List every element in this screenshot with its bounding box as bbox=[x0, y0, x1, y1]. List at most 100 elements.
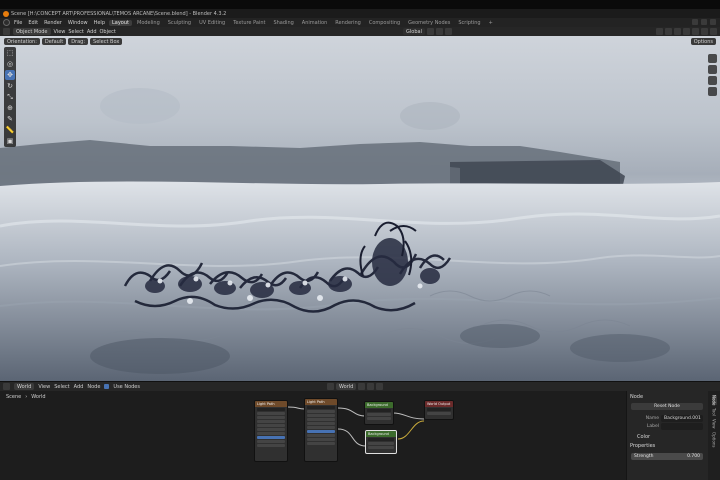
menu-window[interactable]: Window bbox=[66, 20, 90, 26]
viewport-render bbox=[0, 88, 720, 381]
strength-slider[interactable]: Strength 0.700 bbox=[631, 453, 703, 460]
world-output-node[interactable]: World Output bbox=[424, 400, 454, 420]
tab-rendering[interactable]: Rendering bbox=[332, 20, 364, 26]
tab-texture-paint[interactable]: Texture Paint bbox=[230, 20, 268, 26]
transform-orientation-select[interactable]: Global bbox=[403, 28, 425, 35]
node-name-field[interactable]: Background.001 bbox=[661, 415, 703, 422]
world-icon bbox=[327, 383, 334, 390]
orientation-select[interactable]: Default bbox=[41, 38, 67, 45]
light-path-node-2[interactable]: Light Path bbox=[304, 398, 338, 462]
menu-render[interactable]: Render bbox=[42, 20, 64, 26]
node-title: Background bbox=[365, 402, 393, 408]
node-menu-view[interactable]: View bbox=[38, 384, 50, 390]
zoom-icon[interactable] bbox=[708, 54, 717, 63]
shader-type-select[interactable]: World bbox=[14, 383, 35, 390]
select-tool-icon[interactable]: ⬚ bbox=[5, 48, 15, 58]
proportional-edit-icon[interactable] bbox=[445, 28, 452, 35]
tab-modeling[interactable]: Modeling bbox=[134, 20, 163, 26]
world-datablock: World bbox=[327, 383, 384, 390]
pivot-icon[interactable] bbox=[427, 28, 434, 35]
3d-viewport[interactable]: Orientation: Default Drag: Select Box Op… bbox=[0, 36, 720, 381]
fake-user-icon[interactable] bbox=[358, 383, 366, 390]
shading-rendered-icon[interactable] bbox=[710, 28, 717, 35]
pin-icon[interactable] bbox=[376, 383, 384, 390]
duplicate-icon[interactable] bbox=[367, 383, 375, 390]
world-datablock-select[interactable]: World bbox=[336, 383, 357, 390]
tab-tool[interactable]: Tool bbox=[712, 408, 717, 416]
pan-icon[interactable] bbox=[708, 65, 717, 74]
options-button[interactable]: Options bbox=[690, 38, 716, 45]
strength-value: 0.700 bbox=[687, 454, 700, 459]
background-node-selected[interactable]: Background bbox=[365, 430, 397, 454]
viewport-subheader: Orientation: Default Drag: Select Box bbox=[4, 38, 123, 45]
shading-material-icon[interactable] bbox=[701, 28, 708, 35]
properties-section-header[interactable]: Properties bbox=[630, 443, 655, 449]
tab-animation[interactable]: Animation bbox=[299, 20, 331, 26]
rotate-tool-icon[interactable]: ↻ bbox=[5, 81, 15, 91]
visibility-icon[interactable] bbox=[656, 28, 663, 35]
strength-label: Strength bbox=[634, 454, 654, 459]
name-label: Name bbox=[645, 416, 659, 421]
blender-menu-icon[interactable] bbox=[3, 19, 10, 26]
menu-add[interactable]: Add bbox=[87, 29, 97, 35]
measure-tool-icon[interactable]: 📏 bbox=[5, 125, 15, 135]
gizmo-icon[interactable] bbox=[665, 28, 672, 35]
background-node[interactable]: Background bbox=[364, 401, 394, 425]
add-cube-tool-icon[interactable]: ▣ bbox=[5, 136, 15, 146]
node-section-header[interactable]: Node bbox=[630, 394, 643, 400]
menu-edit[interactable]: Edit bbox=[26, 20, 40, 26]
node-menu-node[interactable]: Node bbox=[87, 384, 100, 390]
color-section-header[interactable]: Color bbox=[637, 434, 650, 440]
scale-tool-icon[interactable]: ⤡ bbox=[5, 92, 15, 102]
menu-file[interactable]: File bbox=[12, 20, 24, 26]
light-path-node[interactable]: Light Path bbox=[254, 400, 288, 462]
menu-select[interactable]: Select bbox=[68, 29, 83, 35]
tab-view[interactable]: View bbox=[712, 419, 717, 429]
node-menu-select[interactable]: Select bbox=[54, 384, 69, 390]
node-menu-add[interactable]: Add bbox=[74, 384, 84, 390]
viewport-options: Options bbox=[690, 38, 716, 45]
move-tool-icon[interactable]: ✥ bbox=[5, 70, 15, 80]
drag-select[interactable]: Select Box bbox=[90, 38, 123, 45]
tab-compositing[interactable]: Compositing bbox=[366, 20, 403, 26]
use-nodes-checkbox[interactable] bbox=[104, 384, 110, 389]
menu-help[interactable]: Help bbox=[92, 20, 107, 26]
viewport-header-right: Global bbox=[403, 28, 717, 35]
tab-node[interactable]: Node bbox=[711, 395, 717, 406]
tab-sculpting[interactable]: Sculpting bbox=[165, 20, 194, 26]
node-editor-type-icon[interactable] bbox=[3, 383, 10, 390]
use-nodes-label: Use Nodes bbox=[113, 383, 140, 390]
node-title: Light Path bbox=[255, 401, 287, 407]
cursor-tool-icon[interactable]: ◎ bbox=[5, 59, 15, 69]
shading-solid-icon[interactable] bbox=[692, 28, 699, 35]
node-title: Light Path bbox=[305, 399, 337, 405]
tab-layout[interactable]: Layout bbox=[109, 19, 132, 26]
node-label-field[interactable] bbox=[661, 423, 703, 430]
node-sidebar: Node Reset Node Name Background.001 Labe… bbox=[626, 391, 708, 480]
overlay-icon[interactable] bbox=[674, 28, 681, 35]
drag-label: Drag: bbox=[68, 38, 89, 45]
reset-node-button[interactable]: Reset Node bbox=[631, 403, 703, 410]
tab-scripting[interactable]: Scripting bbox=[455, 20, 483, 26]
xray-icon[interactable] bbox=[683, 28, 690, 35]
menu-view[interactable]: View bbox=[54, 29, 66, 35]
top-menubar: File Edit Render Window Help Layout Mode… bbox=[0, 18, 720, 27]
tab-options[interactable]: Options bbox=[712, 432, 717, 447]
annotate-tool-icon[interactable]: ✎ bbox=[5, 114, 15, 124]
tab-geometry-nodes[interactable]: Geometry Nodes bbox=[405, 20, 453, 26]
transform-tool-icon[interactable]: ⊕ bbox=[5, 103, 15, 113]
camera-view-icon[interactable] bbox=[708, 76, 717, 85]
node-editor-canvas[interactable]: Scene › World Light Path Light Path Back… bbox=[0, 391, 626, 480]
tab-shading[interactable]: Shading bbox=[270, 20, 296, 26]
scene-icon[interactable] bbox=[692, 19, 698, 25]
editor-type-icon[interactable] bbox=[3, 28, 10, 35]
viewport-header: Object Mode View Select Add Object Globa… bbox=[0, 27, 720, 36]
view-layer-icon[interactable] bbox=[701, 19, 707, 25]
add-workspace-button[interactable]: + bbox=[486, 20, 496, 26]
perspective-toggle-icon[interactable] bbox=[708, 87, 717, 96]
mode-select[interactable]: Object Mode bbox=[13, 28, 51, 35]
render-layer-icon[interactable] bbox=[710, 19, 716, 25]
menu-object[interactable]: Object bbox=[100, 29, 116, 35]
tab-uv-editing[interactable]: UV Editing bbox=[196, 20, 228, 26]
snap-icon[interactable] bbox=[436, 28, 443, 35]
